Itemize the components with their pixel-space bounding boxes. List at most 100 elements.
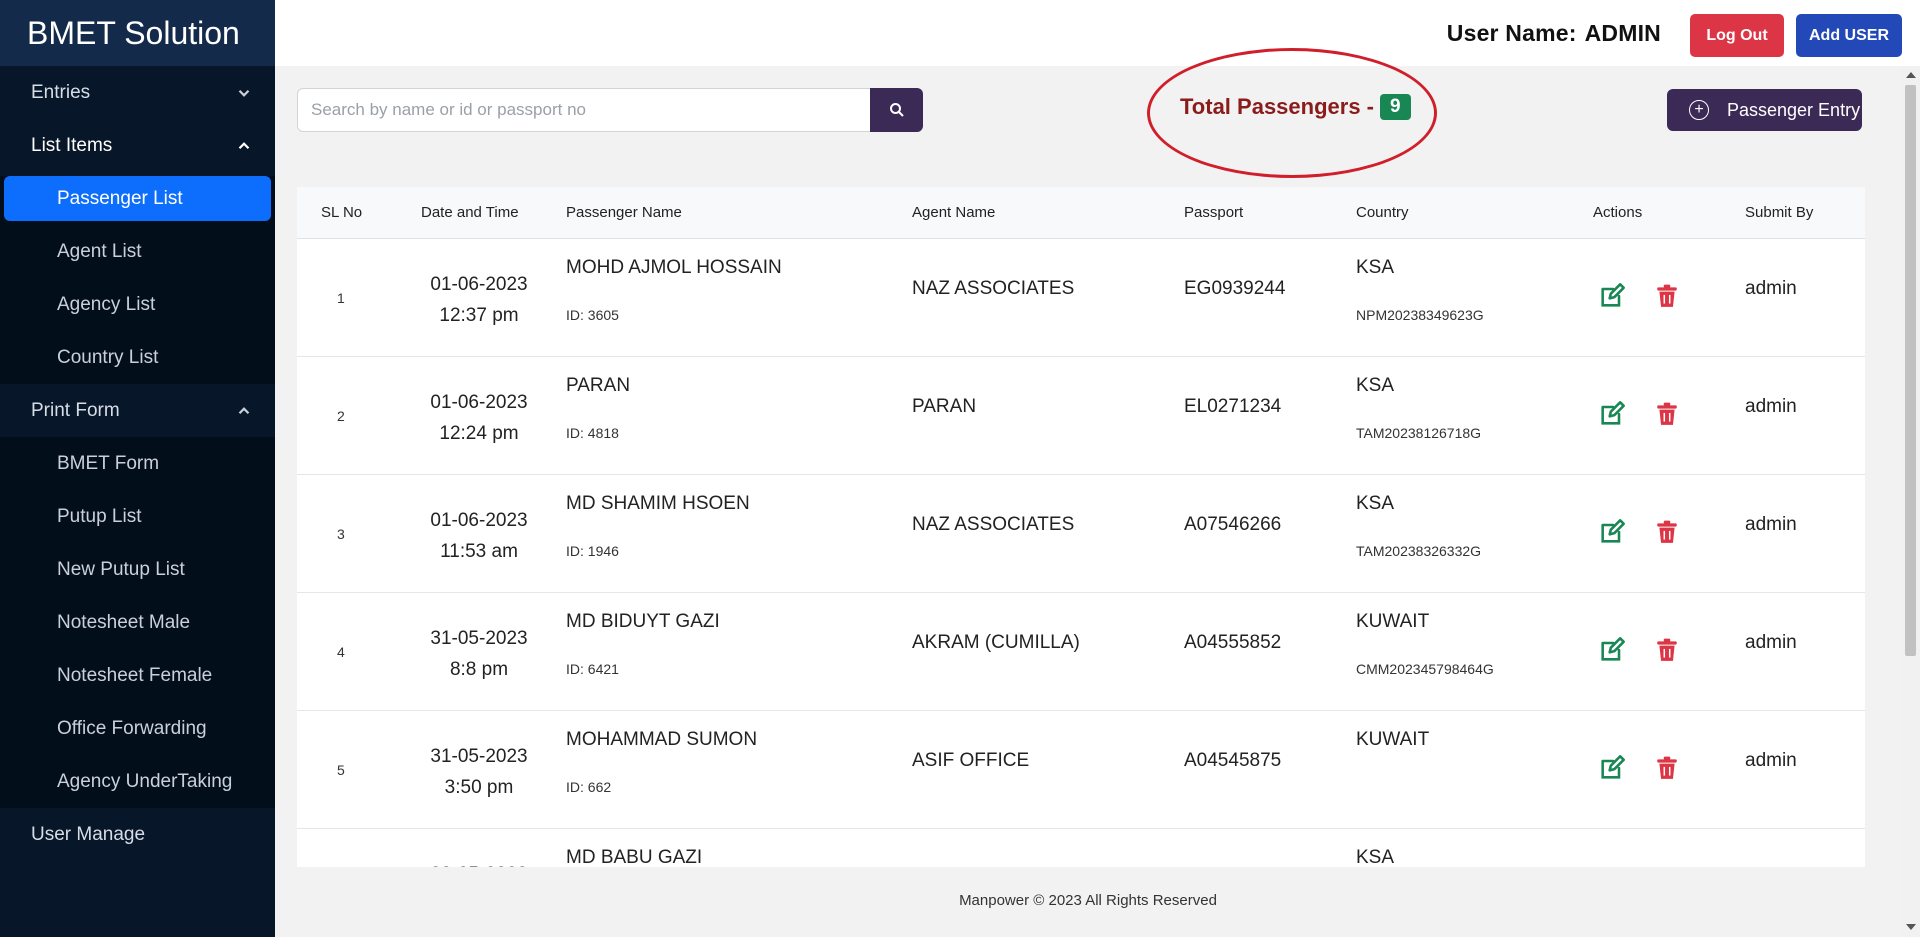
sidebar-item-passenger-list[interactable]: Passenger List <box>4 176 271 221</box>
sl-number: 3 <box>337 526 345 542</box>
sidebar-item-agency-undertaking[interactable]: Agency UnderTaking <box>0 755 275 808</box>
passenger-name: MOHD AJMOL HOSSAIN <box>566 257 782 278</box>
trash-icon[interactable] <box>1654 754 1682 784</box>
sidebar-item-notesheet-male[interactable]: Notesheet Male <box>0 596 275 649</box>
table-header: SL No Date and Time Passenger Name Agent… <box>297 187 1865 239</box>
column-header[interactable]: Passport <box>1184 204 1243 221</box>
time-value: 12:37 pm <box>439 305 519 326</box>
sidebar-item-country-list[interactable]: Country List <box>0 331 275 384</box>
table-row: 1 01-06-2023 12:37 pm MOHD AJMOL HOSSAIN ID:… <box>297 239 1865 357</box>
passport-number: EG0939244 <box>1184 278 1286 299</box>
column-header[interactable]: Submit By <box>1745 204 1813 221</box>
table-body: 1 01-06-2023 12:37 pm MOHD AJMOL HOSSAIN ID:… <box>297 239 1865 867</box>
agent-name: ASIF OFFICE <box>912 750 1030 771</box>
sidebar-item-notesheet-female[interactable]: Notesheet Female <box>0 649 275 702</box>
sidebar-item-list-items[interactable]: List Items <box>0 119 275 172</box>
passenger-entry-button[interactable]: + Passenger Entry <box>1667 89 1862 131</box>
country-code: TAM20238326332G <box>1356 543 1482 559</box>
edit-icon[interactable] <box>1598 400 1626 430</box>
trash-icon[interactable] <box>1654 282 1682 312</box>
plus-circle-icon: + <box>1689 100 1709 120</box>
search-input[interactable]: Search by name or id or passport no <box>297 88 871 132</box>
passenger-name: MD BABU GAZI <box>566 847 703 867</box>
chevron-up-icon <box>238 406 250 414</box>
trash-icon[interactable] <box>1654 518 1682 548</box>
brand-title[interactable]: BMET Solution <box>0 0 275 66</box>
date-time: 30-05-2023 <box>419 859 539 867</box>
sidebar: BMET Solution Entries List Items Passeng… <box>0 0 275 937</box>
logout-button[interactable]: Log Out <box>1690 14 1784 57</box>
edit-icon[interactable] <box>1598 518 1626 548</box>
sidebar-item-bmet-form[interactable]: BMET Form <box>0 437 275 490</box>
sidebar-item-agent-list[interactable]: Agent List <box>0 225 275 278</box>
sidebar-item-office-forwarding[interactable]: Office Forwarding <box>0 702 275 755</box>
agent-name: NAZ ASSOCIATES <box>912 514 1075 535</box>
trash-icon[interactable] <box>1654 400 1682 430</box>
country-code: NPM20238349623G <box>1356 307 1484 323</box>
trash-icon[interactable] <box>1654 636 1682 666</box>
agent-name: AKRAM (CUMILLA) <box>912 632 1080 653</box>
column-header[interactable]: Country <box>1356 204 1409 221</box>
sidebar-item-print-form[interactable]: Print Form <box>0 384 275 437</box>
scrollbar[interactable] <box>1901 66 1920 937</box>
column-header[interactable]: Date and Time <box>421 204 519 221</box>
column-header[interactable]: Actions <box>1593 204 1642 221</box>
scroll-up-arrow-icon[interactable] <box>1906 72 1916 78</box>
passport-number: A07546266 <box>1184 514 1282 535</box>
sl-number: 1 <box>337 290 345 306</box>
sidebar-item-user-manage[interactable]: User Manage <box>0 808 275 861</box>
sl-number: 5 <box>337 762 345 778</box>
submit-by: admin <box>1745 396 1797 417</box>
passenger-id: ID: 6421 <box>566 661 619 677</box>
time-value: 8:8 pm <box>449 659 509 680</box>
passenger-id: ID: 1946 <box>566 543 619 559</box>
chevron-down-icon <box>238 89 250 97</box>
country-name: KSA <box>1356 375 1395 396</box>
date-value: 31-05-2023 <box>430 746 528 767</box>
sl-number: 2 <box>337 408 345 424</box>
passenger-id: ID: 662 <box>566 779 612 795</box>
sidebar-item-label: List Items <box>31 134 113 156</box>
submit-by: admin <box>1745 514 1797 535</box>
date-value: 01-06-2023 <box>430 274 528 295</box>
scrollbar-thumb[interactable] <box>1905 85 1916 656</box>
passenger-name: MD SHAMIM HSOEN <box>566 493 750 514</box>
sidebar-item-label: User Manage <box>31 823 146 845</box>
time-value: 11:53 am <box>440 541 518 562</box>
column-header[interactable]: Passenger Name <box>566 204 682 221</box>
list-items-submenu: Passenger List Agent List Agency List Co… <box>0 176 275 384</box>
add-user-button[interactable]: Add USER <box>1796 14 1902 57</box>
edit-icon[interactable] <box>1598 282 1626 312</box>
agent-name: PARAN <box>912 396 977 417</box>
sidebar-item-putup-list[interactable]: Putup List <box>0 490 275 543</box>
column-header[interactable]: SL No <box>321 204 362 221</box>
print-form-submenu: BMET Form Putup List New Putup List Note… <box>0 437 275 808</box>
scroll-down-arrow-icon[interactable] <box>1906 924 1916 930</box>
country-name: KUWAIT <box>1356 729 1430 750</box>
submit-by: admin <box>1745 278 1797 299</box>
date-time: 01-06-2023 12:37 pm <box>419 269 539 331</box>
date-time: 31-05-2023 8:8 pm <box>419 623 539 685</box>
country-name: KUWAIT <box>1356 611 1430 632</box>
edit-icon[interactable] <box>1598 636 1626 666</box>
edit-icon[interactable] <box>1598 754 1626 784</box>
passenger-table: SL No Date and Time Passenger Name Agent… <box>297 187 1865 867</box>
sidebar-item-agency-list[interactable]: Agency List <box>0 278 275 331</box>
chevron-up-icon <box>238 141 250 149</box>
search-placeholder: Search by name or id or passport no <box>311 100 586 119</box>
sl-number: 4 <box>337 644 345 660</box>
table-row: 30-05-2023 MD BABU GAZI KSA <box>297 829 1865 867</box>
country-code: CMM202345798464G <box>1356 661 1494 677</box>
date-value: 31-05-2023 <box>430 628 528 649</box>
column-header[interactable]: Agent Name <box>912 204 995 221</box>
submit-by: admin <box>1745 632 1797 653</box>
highlight-circle <box>1147 48 1437 178</box>
passenger-name: PARAN <box>566 375 631 396</box>
user-name-display: User Name: ADMIN <box>1447 20 1661 47</box>
sidebar-item-entries[interactable]: Entries <box>0 66 275 119</box>
table-row: 4 31-05-2023 8:8 pm MD BIDUYT GAZI ID: 6421 A… <box>297 593 1865 711</box>
table-row: 5 31-05-2023 3:50 pm MOHAMMAD SUMON ID: 662 A… <box>297 711 1865 829</box>
passport-number: A04545875 <box>1184 750 1282 771</box>
search-button[interactable] <box>870 88 923 132</box>
sidebar-item-new-putup-list[interactable]: New Putup List <box>0 543 275 596</box>
